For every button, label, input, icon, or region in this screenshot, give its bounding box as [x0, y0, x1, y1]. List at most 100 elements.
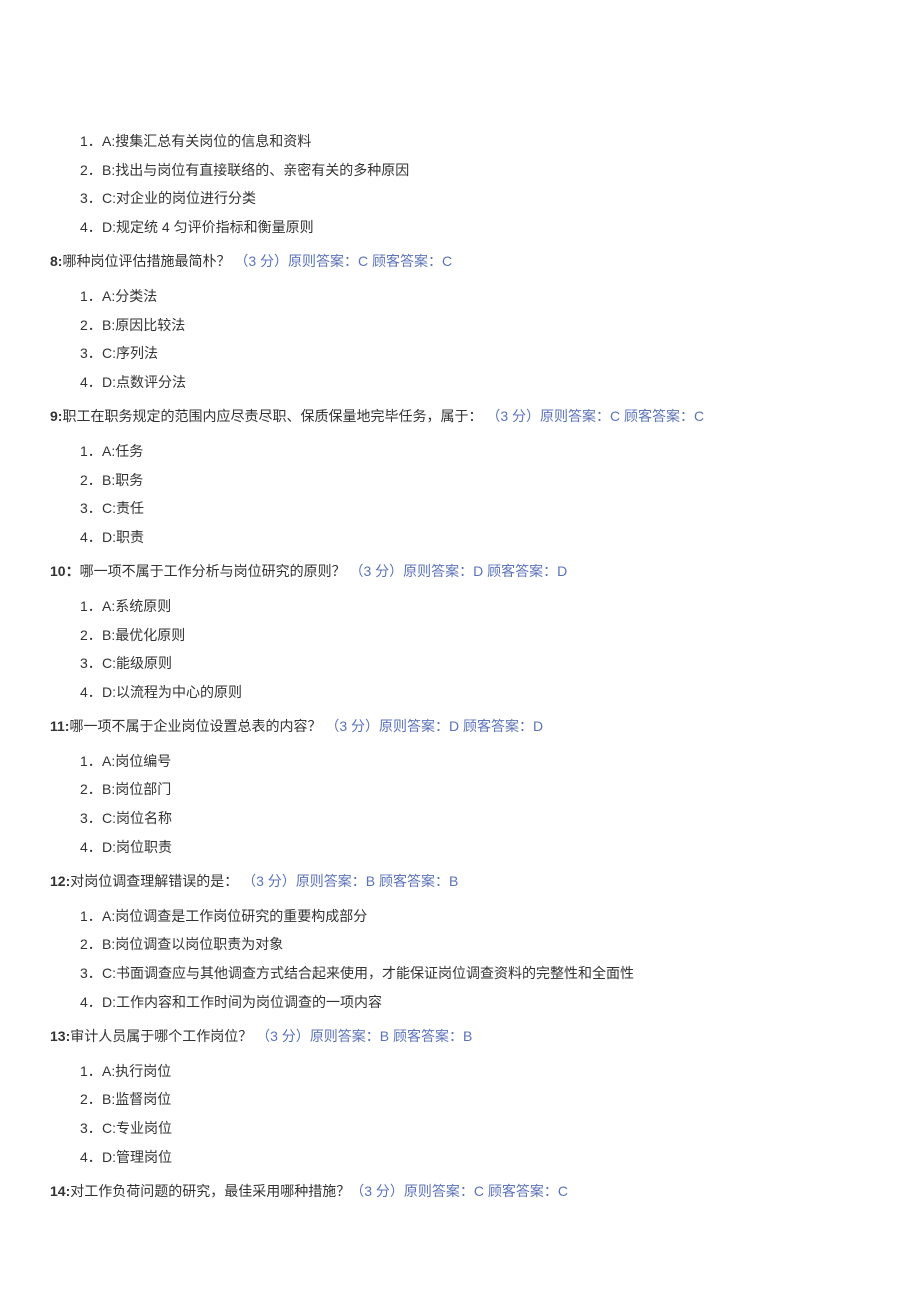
- list-item: 1．A:系统原则: [80, 593, 870, 620]
- list-item: 4．D:岗位职责: [80, 834, 870, 861]
- question-text: 审计人员属于哪个工作岗位？: [70, 1028, 256, 1044]
- user-answer: 顾客答案：D: [487, 563, 567, 579]
- option-label: C:: [102, 655, 116, 671]
- option-number: 2．: [80, 157, 102, 184]
- question-number: 9:: [50, 408, 62, 424]
- option-label: D:: [102, 374, 116, 390]
- option-list: 1．A:系统原则2．B:最优化原则3．C:能级原则4．D:以流程为中心的原则: [50, 593, 870, 705]
- question-line: 14:对工作负荷问题的研究，最佳采用哪种措施？（3 分）原则答案：C 顾客答案：…: [50, 1178, 870, 1205]
- option-number: 1．: [80, 1058, 102, 1085]
- user-answer: 顾客答案：B: [393, 1028, 472, 1044]
- user-answer: 顾客答案：C: [488, 1183, 568, 1199]
- option-label: D:: [102, 684, 116, 700]
- option-list: 1．A:执行岗位2．B:监督岗位3．C:专业岗位4．D:管理岗位: [50, 1058, 870, 1170]
- question-score: （3 分）: [325, 718, 379, 734]
- question-block: 9:职工在职务规定的范围内应尽责尽职、保质保量地完毕任务，属于： （3 分）原则…: [50, 403, 870, 550]
- question-text: 哪种岗位评估措施最简朴？: [62, 253, 234, 269]
- question-block: 14:对工作负荷问题的研究，最佳采用哪种措施？（3 分）原则答案：C 顾客答案：…: [50, 1178, 870, 1205]
- option-text: 任务: [115, 443, 143, 459]
- option-text: 专业岗位: [116, 1120, 172, 1136]
- option-list: 1．A:任务2．B:职务3．C:责任4．D:职责: [50, 438, 870, 550]
- option-label: A:: [102, 908, 115, 924]
- option-text: 岗位名称: [116, 810, 172, 826]
- list-item: 1．A:任务: [80, 438, 870, 465]
- list-item: 3．C:岗位名称: [80, 805, 870, 832]
- question-score: （3 分）: [486, 408, 540, 424]
- option-text: 岗位部门: [115, 781, 171, 797]
- question-score: （3 分）: [256, 1028, 310, 1044]
- option-label: C:: [102, 500, 116, 516]
- option-label: C:: [102, 810, 116, 826]
- option-text: 系统原则: [115, 598, 171, 614]
- option-number: 3．: [80, 650, 102, 677]
- option-list: 1．A:岗位编号2．B:岗位部门 3．C:岗位名称4．D:岗位职责: [50, 748, 870, 860]
- option-list: 1．A:分类法2．B:原因比较法3．C:序列法4．D:点数评分法: [50, 283, 870, 395]
- option-number: 4．: [80, 214, 102, 241]
- list-item: 3．C:责任: [80, 495, 870, 522]
- option-label: A:: [102, 753, 115, 769]
- option-label: D:: [102, 839, 116, 855]
- option-list: 1．A:搜集汇总有关岗位的信息和资料 2．B:找出与岗位有直接联络的、亲密有关的…: [50, 128, 870, 240]
- option-label: C:: [102, 965, 116, 981]
- option-number: 2．: [80, 1086, 102, 1113]
- option-label: B:: [102, 162, 115, 178]
- option-number: 1．: [80, 593, 102, 620]
- question-block: 11:哪一项不属于企业岗位设置总表的内容？ （3 分）原则答案：D 顾客答案：D…: [50, 713, 870, 860]
- option-number: 2．: [80, 776, 102, 803]
- user-answer: 顾客答案：B: [379, 873, 458, 889]
- option-number: 3．: [80, 960, 102, 987]
- question-number: 14:: [50, 1183, 70, 1199]
- option-number: 2．: [80, 622, 102, 649]
- option-text: 搜集汇总有关岗位的信息和资料: [115, 133, 311, 149]
- question-text: 职工在职务规定的范围内应尽责尽职、保质保量地完毕任务，属于：: [62, 408, 486, 424]
- question-number: 8:: [50, 253, 62, 269]
- option-text: 对企业的岗位进行分类: [116, 190, 256, 206]
- option-number: 4．: [80, 834, 102, 861]
- question-line: 9:职工在职务规定的范围内应尽责尽职、保质保量地完毕任务，属于： （3 分）原则…: [50, 403, 870, 430]
- correct-answer: 原则答案：C: [288, 253, 372, 269]
- option-number: 3．: [80, 495, 102, 522]
- option-number: 1．: [80, 438, 102, 465]
- user-answer: 顾客答案：D: [463, 718, 543, 734]
- option-label: B:: [102, 627, 115, 643]
- correct-answer: 原则答案：B: [310, 1028, 393, 1044]
- option-label: B:: [102, 1091, 115, 1107]
- list-item: 1．A:分类法: [80, 283, 870, 310]
- question-score: （3 分）: [349, 563, 403, 579]
- user-answer: 顾客答案：C: [624, 408, 704, 424]
- question-number: 11:: [50, 718, 69, 734]
- option-text: 书面调查应与其他调查方式结合起来使用，才能保证岗位调查资料的完整性和全面性: [116, 965, 634, 981]
- option-label: A:: [102, 598, 115, 614]
- user-answer: 顾客答案：C: [372, 253, 452, 269]
- list-item: 4．D:点数评分法: [80, 369, 870, 396]
- question-block: 8:哪种岗位评估措施最简朴？ （3 分）原则答案：C 顾客答案：C1．A:分类法…: [50, 248, 870, 395]
- option-label: B:: [102, 781, 115, 797]
- correct-answer: 原则答案：B: [296, 873, 379, 889]
- option-number: 1．: [80, 128, 102, 155]
- list-item: 2．B:岗位调查以岗位职责为对象: [80, 931, 870, 958]
- list-item: 3．C:专业岗位: [80, 1115, 870, 1142]
- option-text: 原因比较法: [115, 317, 185, 333]
- option-text: 责任: [116, 500, 144, 516]
- list-item: 2．B:最优化原则: [80, 622, 870, 649]
- option-label: A:: [102, 288, 115, 304]
- option-label: B:: [102, 936, 115, 952]
- list-item: 2．B:原因比较法: [80, 312, 870, 339]
- list-item: 3．C:对企业的岗位进行分类: [80, 185, 870, 212]
- option-label: D:: [102, 994, 116, 1010]
- list-item: 2．B:职务: [80, 467, 870, 494]
- list-item: 4．D:规定统 4 匀评价指标和衡量原则: [80, 214, 870, 241]
- list-item: 1．A:搜集汇总有关岗位的信息和资料: [80, 128, 870, 155]
- option-number: 4．: [80, 524, 102, 551]
- question-line: 13:审计人员属于哪个工作岗位？ （3 分）原则答案：B 顾客答案：B: [50, 1023, 870, 1050]
- option-number: 1．: [80, 748, 102, 775]
- option-text: 工作内容和工作时间为岗位调查的一项内容: [116, 994, 382, 1010]
- list-item: 4．D:工作内容和工作时间为岗位调查的一项内容: [80, 989, 870, 1016]
- correct-answer: 原则答案：C: [540, 408, 624, 424]
- list-item: 3．C:能级原则: [80, 650, 870, 677]
- option-text: 管理岗位: [116, 1149, 172, 1165]
- list-item: 1．A:岗位编号: [80, 748, 870, 775]
- option-text: 点数评分法: [116, 374, 186, 390]
- option-label: C:: [102, 1120, 116, 1136]
- list-item: 3．C:书面调查应与其他调查方式结合起来使用，才能保证岗位调查资料的完整性和全面…: [80, 960, 870, 987]
